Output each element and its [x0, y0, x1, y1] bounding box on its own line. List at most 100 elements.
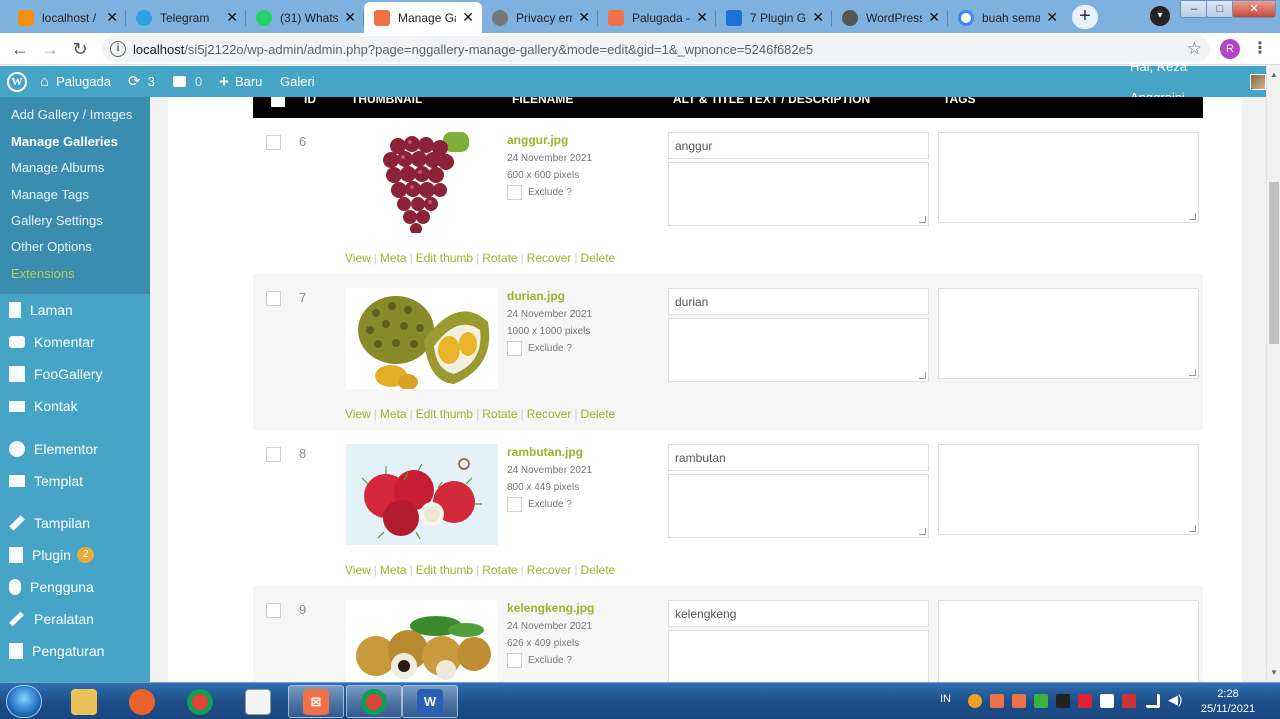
sidebar-item-laman[interactable]: Laman — [9, 302, 73, 318]
close-tab-icon[interactable]: ✕ — [462, 9, 474, 26]
antivirus-tray-icon[interactable] — [1122, 694, 1136, 708]
scroll-down-arrow-icon[interactable]: ▼ — [1270, 668, 1278, 677]
submenu-gallery-settings[interactable]: Gallery Settings — [11, 213, 103, 228]
device-tray-icon[interactable] — [1056, 694, 1070, 708]
browser-tab[interactable]: 7 Plugin Ga ✕ — [716, 2, 832, 33]
exclude-checkbox[interactable] — [507, 653, 522, 668]
sidebar-item-komentar[interactable]: Komentar — [9, 334, 95, 350]
scrollbar-thumb[interactable] — [1269, 182, 1279, 344]
sidebar-item-plugin[interactable]: Plugin 2 — [9, 547, 95, 563]
language-indicator[interactable]: IN — [940, 693, 951, 705]
taskbar-firefox[interactable] — [114, 685, 170, 718]
view-link[interactable]: View — [345, 563, 371, 577]
close-tab-icon[interactable]: ✕ — [696, 9, 708, 26]
row-checkbox[interactable] — [266, 447, 281, 462]
sidebar-item-peralatan[interactable]: Peralatan — [9, 611, 94, 627]
taskbar-chrome-profile[interactable] — [346, 685, 402, 718]
signal-icon[interactable] — [1146, 694, 1160, 708]
account-menu[interactable]: Hai, Reza Anggraini — [1130, 59, 1266, 105]
meta-link[interactable]: Meta — [380, 563, 407, 577]
rotate-link[interactable]: Rotate — [482, 563, 517, 577]
start-button[interactable] — [6, 685, 42, 718]
reload-icon[interactable]: ↻ — [68, 37, 92, 61]
action-center-flag-icon[interactable] — [1100, 694, 1114, 708]
meta-link[interactable]: Meta — [380, 251, 407, 265]
sidebar-item-elementor[interactable]: Elementor — [9, 441, 98, 457]
minimize-button[interactable]: – — [1180, 0, 1208, 18]
delete-link[interactable]: Delete — [581, 407, 616, 421]
comments-link[interactable]: 0 — [173, 66, 202, 97]
close-tab-icon[interactable]: ✕ — [1046, 9, 1058, 26]
page-scrollbar[interactable]: ▲ ▼ — [1266, 66, 1280, 682]
recover-link[interactable]: Recover — [527, 407, 572, 421]
sidebar-item-templat[interactable]: Templat — [9, 473, 83, 489]
close-tab-icon[interactable]: ✕ — [106, 9, 118, 26]
thumbnail-image[interactable] — [346, 132, 498, 233]
browser-tab-active[interactable]: Manage Ga ✕ — [364, 2, 482, 33]
edit-thumb-link[interactable]: Edit thumb — [416, 563, 473, 577]
updates-link[interactable]: ⟳ 3 — [128, 66, 155, 97]
browser-tab[interactable]: Telegram ✕ — [126, 2, 246, 33]
alt-text-input[interactable]: rambutan — [668, 444, 929, 471]
filename-link[interactable]: rambutan.jpg — [507, 445, 583, 459]
taskbar-word[interactable]: W — [402, 685, 458, 718]
close-tab-icon[interactable]: ✕ — [226, 9, 238, 26]
rotate-link[interactable]: Rotate — [482, 407, 517, 421]
tags-textarea[interactable] — [938, 288, 1199, 379]
submenu-manage-albums[interactable]: Manage Albums — [11, 160, 104, 175]
close-window-button[interactable]: ✕ — [1232, 0, 1276, 18]
recover-link[interactable]: Recover — [527, 251, 572, 265]
tab-search-icon[interactable]: ▾ — [1150, 6, 1170, 26]
view-link[interactable]: View — [345, 407, 371, 421]
sidebar-item-pengguna[interactable]: Pengguna — [9, 579, 94, 595]
new-content-link[interactable]: + Baru — [219, 66, 262, 97]
meta-link[interactable]: Meta — [380, 407, 407, 421]
browser-tab[interactable]: Palugada – ✕ — [598, 2, 716, 33]
close-tab-icon[interactable]: ✕ — [928, 9, 940, 26]
tags-textarea[interactable] — [938, 444, 1199, 535]
exclude-checkbox[interactable] — [507, 185, 522, 200]
xampp-tray-icon[interactable] — [1012, 694, 1026, 708]
edit-thumb-link[interactable]: Edit thumb — [416, 407, 473, 421]
description-textarea[interactable] — [668, 630, 929, 682]
submenu-add-gallery[interactable]: Add Gallery / Images — [11, 107, 132, 122]
submenu-manage-tags[interactable]: Manage Tags — [11, 187, 89, 202]
system-clock[interactable]: 2:28 25/11/2021 — [1198, 687, 1258, 717]
recover-link[interactable]: Recover — [527, 563, 572, 577]
back-arrow-icon[interactable]: ← — [8, 37, 32, 61]
alt-text-input[interactable]: kelengkeng — [668, 600, 929, 627]
submenu-extensions[interactable]: Extensions — [11, 266, 75, 281]
filename-link[interactable]: kelengkeng.jpg — [507, 601, 594, 615]
browser-tab[interactable]: buah sema ✕ — [948, 2, 1066, 33]
new-tab-button[interactable]: + — [1072, 5, 1098, 29]
sidebar-item-pengaturan[interactable]: Pengaturan — [9, 643, 104, 659]
taskbar-chrome[interactable] — [172, 685, 228, 718]
alt-text-input[interactable]: anggur — [668, 132, 929, 159]
drive-tray-icon[interactable] — [1034, 694, 1048, 708]
close-tab-icon[interactable]: ✕ — [812, 9, 824, 26]
close-tab-icon[interactable]: ✕ — [344, 9, 356, 26]
xampp-tray-icon[interactable] — [990, 694, 1004, 708]
delete-link[interactable]: Delete — [581, 563, 616, 577]
description-textarea[interactable] — [668, 162, 929, 226]
delete-link[interactable]: Delete — [581, 251, 616, 265]
warning-tray-icon[interactable] — [1078, 694, 1092, 708]
submenu-manage-galleries[interactable]: Manage Galleries — [11, 134, 118, 149]
row-checkbox[interactable] — [266, 291, 281, 306]
url-text[interactable]: localhost/si5j2122o/wp-admin/admin.php?p… — [133, 42, 813, 57]
browser-tab[interactable]: (31) WhatsA ✕ — [246, 2, 364, 33]
search-tray-icon[interactable] — [968, 694, 982, 708]
volume-icon[interactable]: ◀) — [1168, 692, 1182, 708]
thumbnail-image[interactable] — [346, 444, 498, 545]
thumbnail-image[interactable] — [346, 288, 498, 389]
rotate-link[interactable]: Rotate — [482, 251, 517, 265]
browser-menu-icon[interactable]: ⋮ — [1252, 38, 1268, 58]
sidebar-item-kontak[interactable]: Kontak — [9, 398, 78, 414]
site-name-link[interactable]: ⌂ Palugada — [40, 66, 111, 97]
row-checkbox[interactable] — [266, 603, 281, 618]
site-info-icon[interactable]: i — [110, 41, 126, 57]
browser-tab[interactable]: localhost / ✕ — [8, 2, 126, 33]
taskbar-explorer[interactable] — [56, 685, 112, 718]
browser-tab[interactable]: WordPress ✕ — [832, 2, 948, 33]
taskbar-notepad[interactable] — [230, 685, 286, 718]
